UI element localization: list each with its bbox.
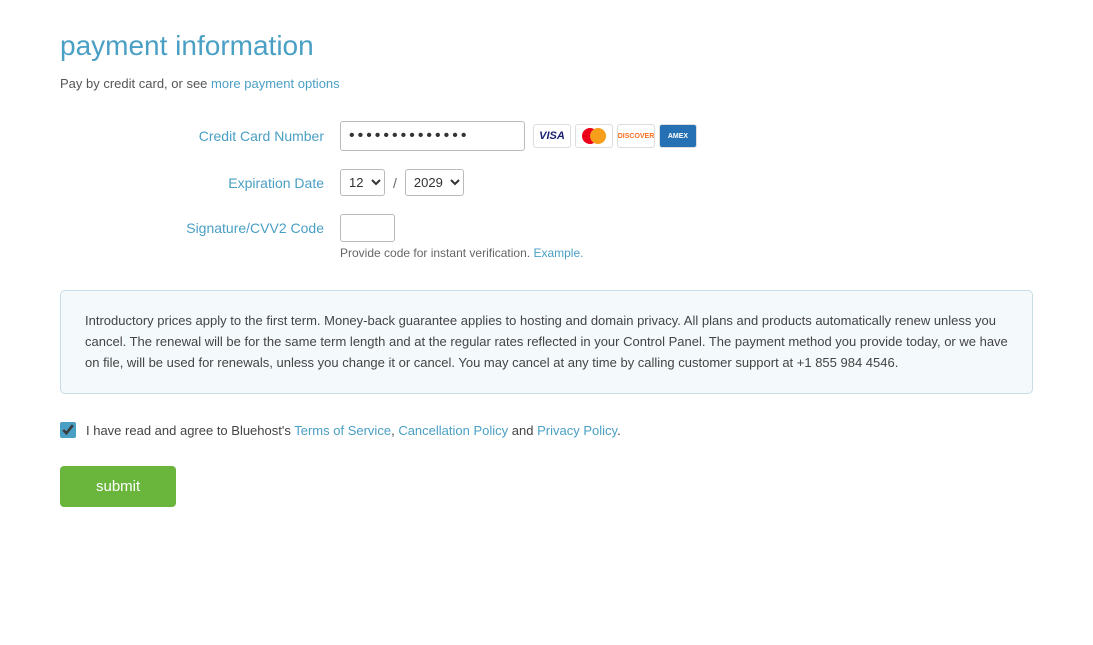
agreement-checkbox[interactable] <box>60 422 76 438</box>
amex-icon: AMEX <box>659 124 697 148</box>
discover-icon: DISCOVER <box>617 124 655 148</box>
expiration-control: 01 02 03 04 05 06 07 08 09 10 11 12 / 20… <box>340 169 464 196</box>
notice-box: Introductory prices apply to the first t… <box>60 290 1033 394</box>
more-payment-link[interactable]: more payment options <box>211 76 340 91</box>
expiration-year-select[interactable]: 2024 2025 2026 2027 2028 2029 2030 2031 … <box>405 169 464 196</box>
cvv-example-link[interactable]: Example. <box>533 246 583 260</box>
visa-icon: VISA <box>533 124 571 148</box>
mastercard-icon <box>575 124 613 148</box>
agreement-row: I have read and agree to Bluehost's Term… <box>60 422 1033 438</box>
cvv-control <box>340 214 395 242</box>
cvv-hint: Provide code for instant verification. E… <box>340 246 1033 260</box>
credit-card-input[interactable] <box>340 121 525 151</box>
cancellation-link[interactable]: Cancellation Policy <box>398 423 508 438</box>
expiration-month-select[interactable]: 01 02 03 04 05 06 07 08 09 10 11 12 <box>340 169 385 196</box>
privacy-link[interactable]: Privacy Policy <box>537 423 617 438</box>
notice-text: Introductory prices apply to the first t… <box>85 311 1008 373</box>
expiration-row: Expiration Date 01 02 03 04 05 06 07 08 … <box>60 169 1033 196</box>
credit-card-control: VISA DISCOVER AMEX <box>340 121 697 151</box>
agreement-text: I have read and agree to Bluehost's Term… <box>86 423 621 438</box>
credit-card-label: Credit Card Number <box>60 128 340 144</box>
payment-form: Credit Card Number VISA DISCOVER AMEX Ex… <box>60 121 1033 260</box>
cvv-section: Signature/CVV2 Code Provide code for ins… <box>60 214 1033 260</box>
cvv-input[interactable] <box>340 214 395 242</box>
expiration-label: Expiration Date <box>60 175 340 191</box>
card-icons: VISA DISCOVER AMEX <box>533 124 697 148</box>
tos-link[interactable]: Terms of Service <box>294 423 391 438</box>
cvv-label: Signature/CVV2 Code <box>60 220 340 236</box>
expiration-separator: / <box>393 175 397 191</box>
subtitle: Pay by credit card, or see more payment … <box>60 76 1033 91</box>
cvv-row: Signature/CVV2 Code <box>60 214 1033 242</box>
submit-button[interactable]: submit <box>60 466 176 507</box>
credit-card-row: Credit Card Number VISA DISCOVER AMEX <box>60 121 1033 151</box>
page-title: payment information <box>60 30 1033 62</box>
